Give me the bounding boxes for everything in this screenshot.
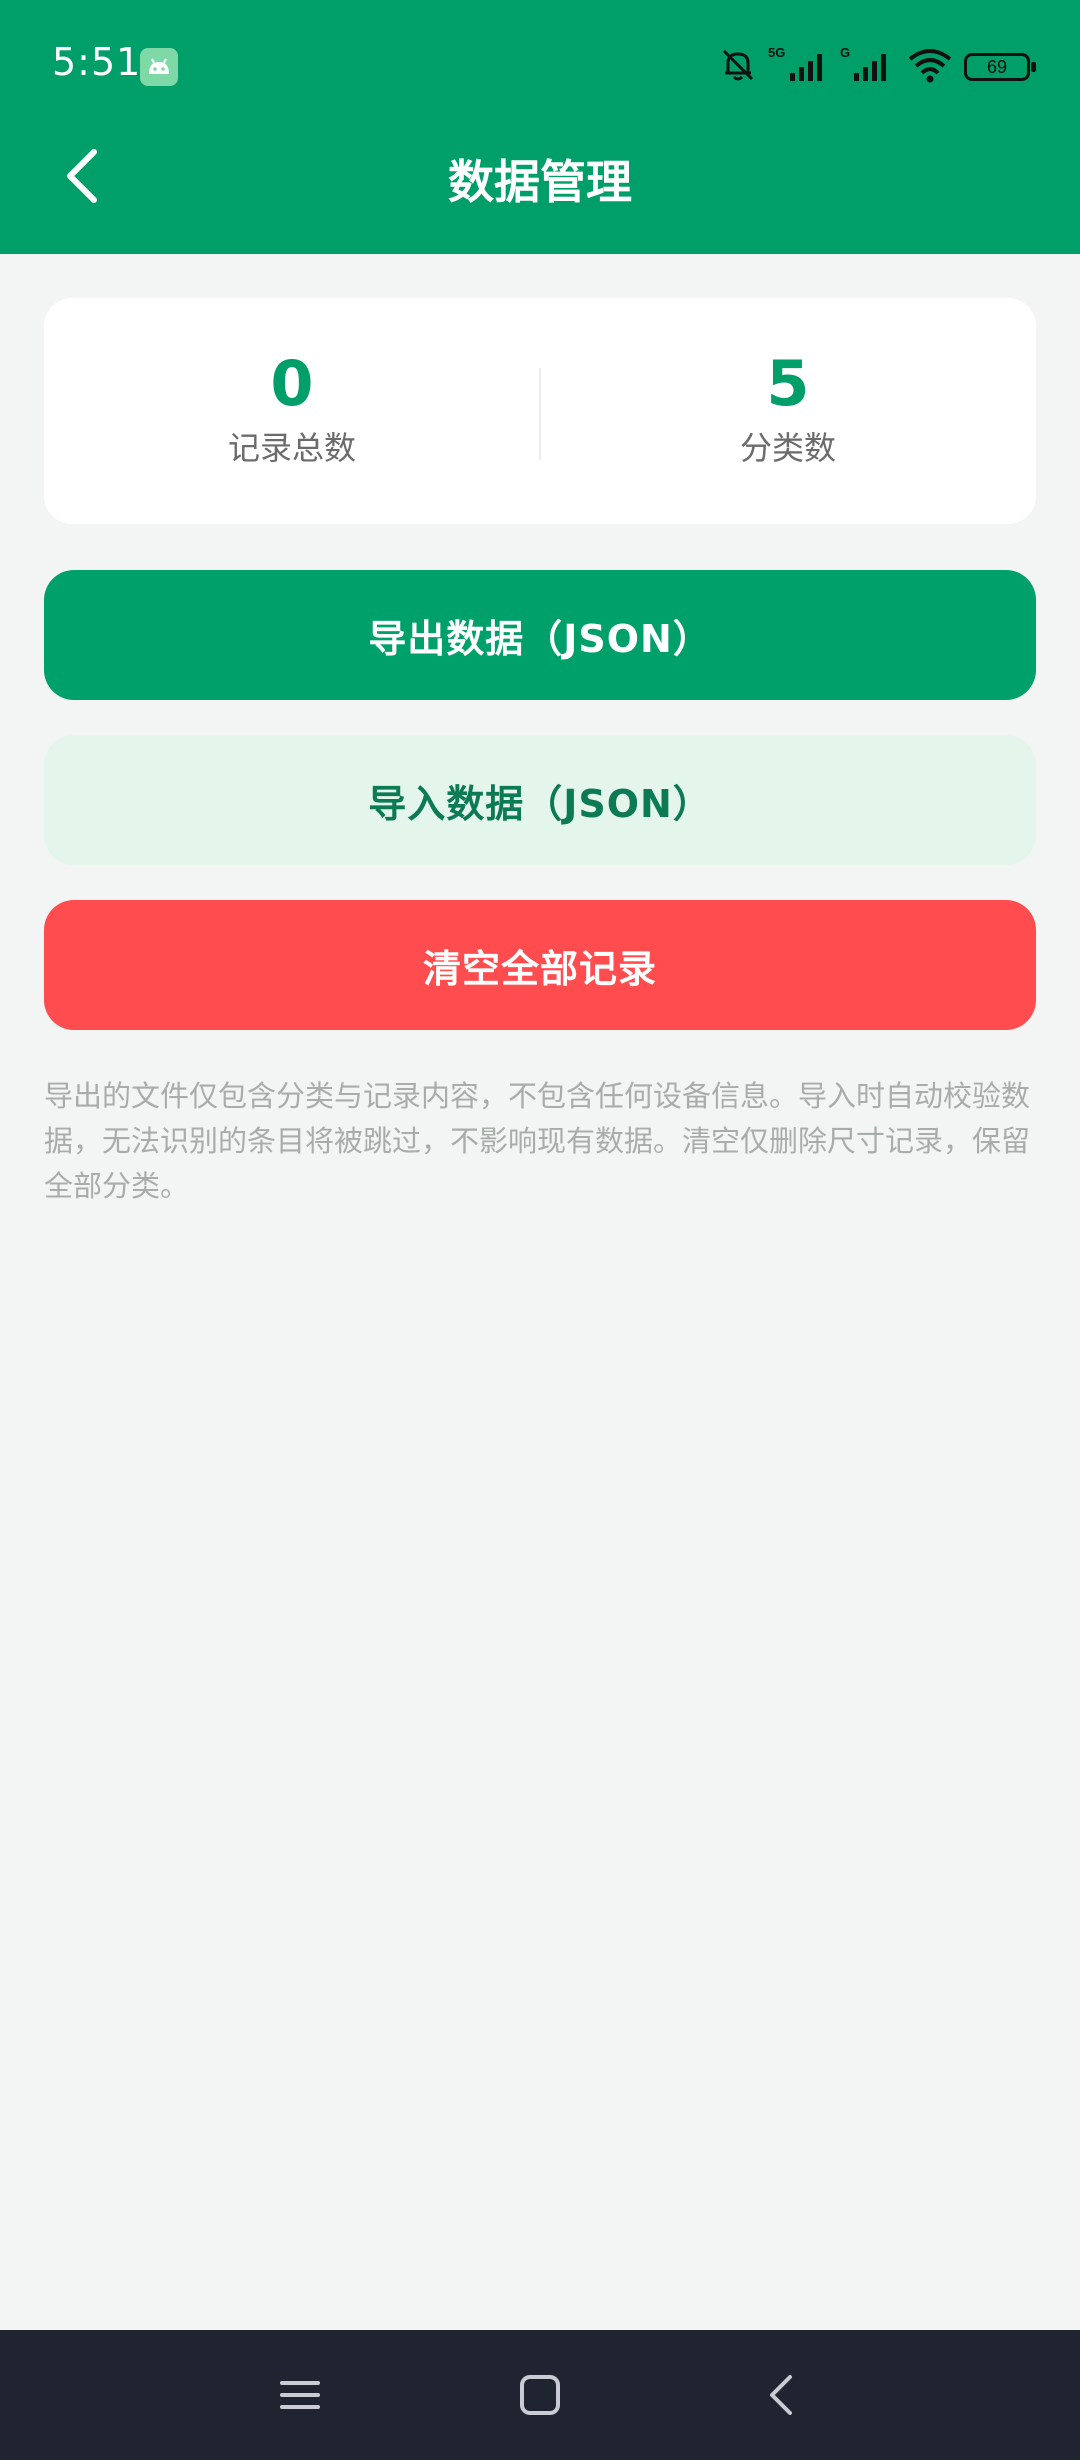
svg-text:5G: 5G [768, 45, 785, 60]
system-nav-bar [0, 2330, 1080, 2460]
svg-text:G: G [840, 45, 850, 60]
clear-all-records-button[interactable]: 清空全部记录 [44, 900, 1036, 1030]
category-count-value: 5 [766, 347, 810, 420]
record-total-stat: 0 记录总数 [44, 298, 540, 524]
page-title: 数据管理 [448, 155, 632, 209]
wifi-icon [906, 45, 954, 89]
battery-level: 69 [986, 56, 1008, 77]
record-total-value: 0 [270, 347, 314, 420]
mute-bell-icon [718, 45, 758, 89]
record-total-label: 记录总数 [227, 429, 356, 467]
category-count-stat: 5 分类数 [540, 298, 1036, 524]
stats-card: 0 记录总数 5 分类数 [44, 298, 1036, 524]
signal-5g-icon: 5G [768, 45, 830, 89]
menu-icon[interactable] [265, 2360, 335, 2430]
import-json-button[interactable]: 导入数据（JSON） [44, 735, 1036, 865]
system-icons: 5G G 69 [718, 44, 1036, 90]
data-management-note: 导出的文件仅包含分类与记录内容，不包含任何设备信息。导入时自动校验数据，无法识别… [44, 1079, 1031, 1203]
back-icon[interactable] [745, 2360, 815, 2430]
app-notification-icon [140, 48, 178, 86]
battery-icon: 69 [964, 53, 1036, 81]
signal-g-icon: G [840, 45, 896, 89]
export-json-button[interactable]: 导出数据（JSON） [44, 570, 1036, 700]
app-header: 5:51 5G G 69 数据管理 [0, 0, 1080, 254]
status-time: 5:51 [52, 40, 142, 84]
category-count-label: 分类数 [739, 429, 836, 467]
home-square-icon[interactable] [505, 2360, 575, 2430]
status-bar: 5:51 5G G 69 [0, 0, 1080, 134]
